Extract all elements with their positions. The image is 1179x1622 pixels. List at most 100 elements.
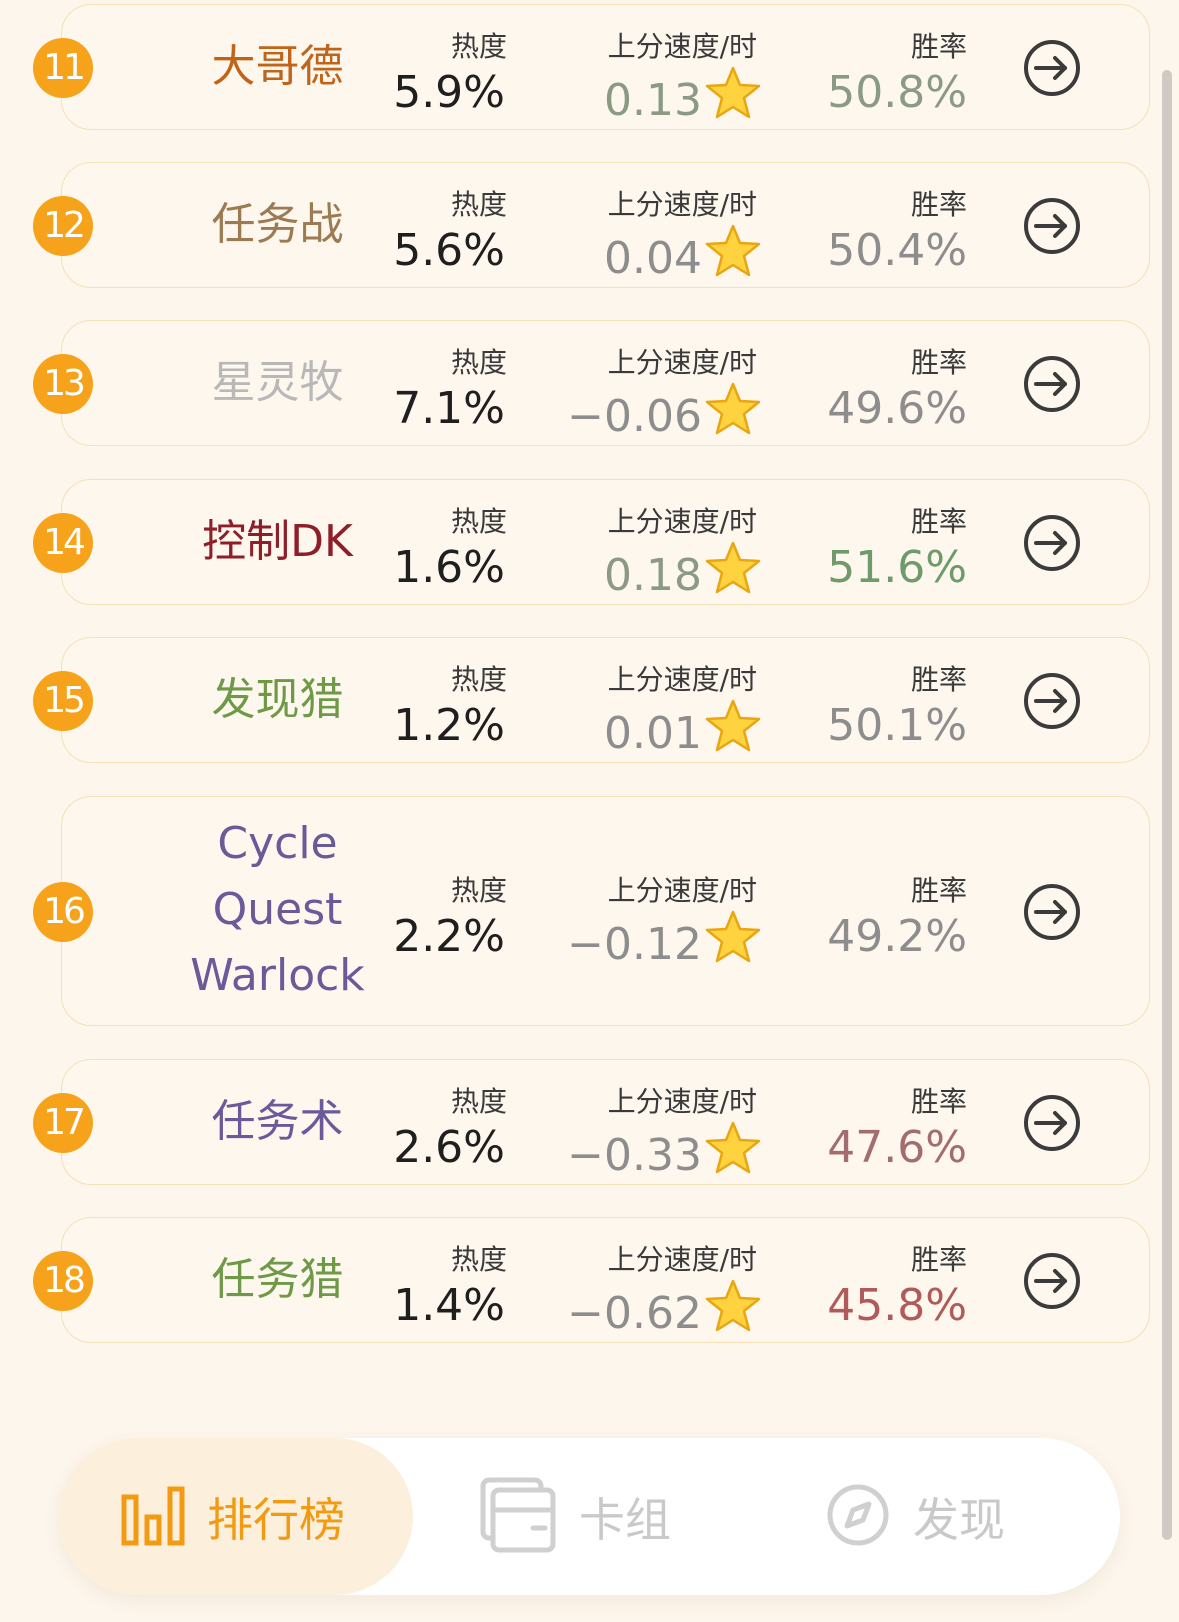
speed-label: 上分速度/时 — [607, 1243, 757, 1276]
speed-label: 上分速度/时 — [607, 874, 757, 907]
winrate-value: 50.1% — [827, 700, 967, 751]
speed-number: 0.18 — [604, 550, 702, 601]
nav-label-ranking: 排行榜 — [207, 1492, 345, 1547]
nav-label-decks: 卡组 — [579, 1492, 671, 1547]
list-item[interactable]: 13 星灵牧 热度 7.1% 上分速度/时 −0.06 胜率 49.6% — [33, 320, 1150, 448]
heat-label: 热度 — [450, 188, 507, 221]
rank-badge: 17 — [33, 1093, 93, 1153]
winrate-label: 胜率 — [910, 30, 967, 63]
star-icon — [704, 1120, 762, 1187]
list-item[interactable]: 12 任务战 热度 5.6% 上分速度/时 0.04 胜率 50.4% — [33, 162, 1150, 290]
winrate-label: 胜率 — [910, 663, 967, 696]
speed-number: −0.12 — [567, 919, 702, 970]
speed-value: 0.18 — [532, 540, 762, 607]
deck-name-line: Quest — [212, 884, 343, 935]
star-icon — [704, 1278, 762, 1345]
speed-number: 0.13 — [604, 75, 702, 126]
compass-icon — [825, 1482, 891, 1552]
enter-arrow-icon[interactable] — [1022, 882, 1082, 942]
heat-label: 热度 — [450, 505, 507, 538]
speed-label: 上分速度/时 — [607, 505, 757, 538]
heat-value: 1.2% — [393, 700, 505, 751]
rank-badge: 15 — [33, 671, 93, 731]
deck-name: Cycle Quest Warlock — [170, 811, 385, 1009]
deck-name: 任务术 — [211, 1096, 344, 1147]
nav-item-ranking[interactable]: 排行榜 — [121, 1438, 345, 1595]
heat-label: 热度 — [450, 30, 507, 63]
heat-value: 2.2% — [393, 911, 505, 962]
enter-arrow-icon[interactable] — [1022, 196, 1082, 256]
deck-name: 大哥德 — [211, 41, 344, 92]
speed-value: −0.12 — [532, 909, 762, 976]
speed-number: −0.06 — [567, 391, 702, 442]
scrollbar[interactable] — [1162, 70, 1172, 1540]
nav-label-discover: 发现 — [913, 1492, 1005, 1547]
list-item[interactable]: 18 任务猎 热度 1.4% 上分速度/时 −0.62 胜率 45.8% — [33, 1217, 1150, 1345]
enter-arrow-icon[interactable] — [1022, 354, 1082, 414]
winrate-value: 47.6% — [827, 1122, 967, 1173]
heat-label: 热度 — [450, 874, 507, 907]
heat-value: 1.6% — [393, 542, 505, 593]
heat-label: 热度 — [450, 346, 507, 379]
rank-badge: 18 — [33, 1251, 93, 1311]
star-icon — [704, 223, 762, 290]
bottom-nav: 排行榜 卡组 发现 — [59, 1438, 1120, 1595]
heat-value: 5.6% — [393, 225, 505, 276]
speed-value: −0.33 — [532, 1120, 762, 1187]
speed-number: −0.62 — [567, 1288, 702, 1339]
star-icon — [704, 381, 762, 448]
list-item[interactable]: 15 发现猎 热度 1.2% 上分速度/时 0.01 胜率 50.1% — [33, 637, 1150, 765]
deck-name-line: Cycle — [217, 818, 338, 869]
bar-chart-icon — [121, 1483, 185, 1551]
nav-item-discover[interactable]: 发现 — [825, 1438, 1005, 1595]
winrate-label: 胜率 — [910, 346, 967, 379]
ranking-page: 11 大哥德 热度 5.9% 上分速度/时 0.13 胜率 50.8% 12 任… — [0, 0, 1179, 1622]
star-icon — [704, 909, 762, 976]
heat-label: 热度 — [450, 1085, 507, 1118]
deck-name: 发现猎 — [211, 674, 344, 725]
speed-label: 上分速度/时 — [607, 663, 757, 696]
enter-arrow-icon[interactable] — [1022, 1251, 1082, 1311]
winrate-value: 45.8% — [827, 1280, 967, 1331]
star-icon — [704, 698, 762, 765]
speed-label: 上分速度/时 — [607, 188, 757, 221]
winrate-label: 胜率 — [910, 188, 967, 221]
heat-value: 5.9% — [393, 67, 505, 118]
heat-value: 2.6% — [393, 1122, 505, 1173]
winrate-label: 胜率 — [910, 1243, 967, 1276]
enter-arrow-icon[interactable] — [1022, 513, 1082, 573]
deck-cards-icon — [479, 1476, 557, 1558]
speed-value: 0.01 — [532, 698, 762, 765]
winrate-value: 50.4% — [827, 225, 967, 276]
enter-arrow-icon[interactable] — [1022, 1093, 1082, 1153]
star-icon — [704, 65, 762, 132]
list-item[interactable]: 11 大哥德 热度 5.9% 上分速度/时 0.13 胜率 50.8% — [33, 4, 1150, 132]
speed-number: −0.33 — [567, 1130, 702, 1181]
list-item[interactable]: 16 Cycle Quest Warlock 热度 2.2% 上分速度/时 −0… — [33, 796, 1150, 1026]
rank-badge: 11 — [33, 38, 93, 98]
enter-arrow-icon[interactable] — [1022, 671, 1082, 731]
speed-value: 0.13 — [532, 65, 762, 132]
list-item[interactable]: 14 控制DK 热度 1.6% 上分速度/时 0.18 胜率 51.6% — [33, 479, 1150, 607]
heat-label: 热度 — [450, 1243, 507, 1276]
deck-name: 任务猎 — [211, 1254, 344, 1305]
winrate-value: 50.8% — [827, 67, 967, 118]
heat-value: 1.4% — [393, 1280, 505, 1331]
rank-badge: 12 — [33, 196, 93, 256]
winrate-value: 51.6% — [827, 542, 967, 593]
speed-value: −0.06 — [532, 381, 762, 448]
rank-badge: 14 — [33, 513, 93, 573]
enter-arrow-icon[interactable] — [1022, 38, 1082, 98]
heat-label: 热度 — [450, 663, 507, 696]
nav-item-decks[interactable]: 卡组 — [479, 1438, 671, 1595]
winrate-label: 胜率 — [910, 505, 967, 538]
speed-number: 0.01 — [604, 708, 702, 759]
list-item[interactable]: 17 任务术 热度 2.6% 上分速度/时 −0.33 胜率 47.6% — [33, 1059, 1150, 1187]
deck-name: 星灵牧 — [211, 357, 344, 408]
speed-number: 0.04 — [604, 233, 702, 284]
speed-label: 上分速度/时 — [607, 30, 757, 63]
winrate-value: 49.2% — [827, 911, 967, 962]
heat-value: 7.1% — [393, 383, 505, 434]
speed-value: 0.04 — [532, 223, 762, 290]
winrate-label: 胜率 — [910, 874, 967, 907]
